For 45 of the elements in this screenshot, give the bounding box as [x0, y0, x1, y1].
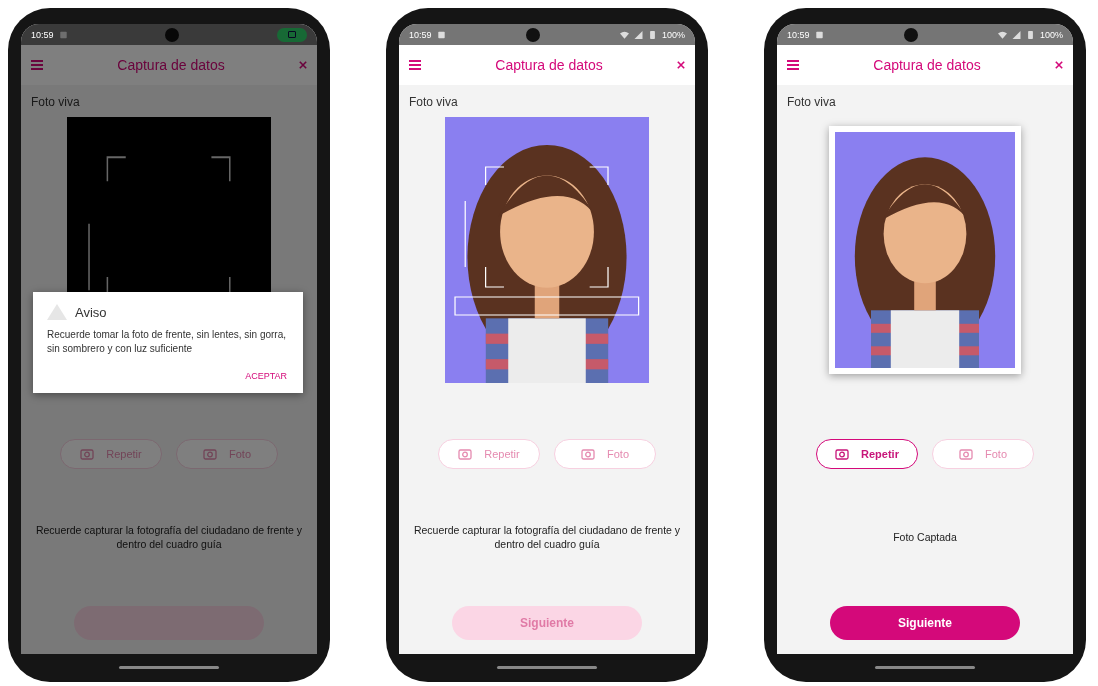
status-time: 10:59 — [31, 29, 54, 40]
menu-icon[interactable] — [787, 60, 799, 70]
notification-icon — [58, 30, 68, 39]
camera-icon — [903, 27, 918, 42]
status-time: 10:59 — [787, 29, 810, 40]
section-label: Foto viva — [786, 94, 837, 111]
camera-icon — [959, 448, 973, 460]
notification-icon — [814, 30, 824, 39]
dialog-title: Aviso — [75, 304, 107, 320]
recording-indicator — [277, 27, 307, 42]
screen-title: Captura de datos — [872, 57, 982, 73]
accept-button[interactable]: ACEPTAR — [243, 369, 289, 383]
battery-icon — [647, 30, 657, 39]
camera-icon — [80, 448, 95, 460]
camera-icon — [458, 448, 473, 460]
signal-icon — [1011, 30, 1021, 39]
camera-icon — [203, 448, 217, 460]
camera-icon — [165, 27, 180, 42]
close-icon[interactable] — [677, 61, 685, 69]
battery-level: 100% — [1039, 29, 1063, 40]
instruction-text: Recuerde capturar la fotografía del ciudadano de frente y dentro del cuadro guía — [412, 523, 682, 552]
status-time: 10:59 — [409, 29, 432, 40]
instruction-text: Foto Captada — [893, 530, 957, 545]
next-button[interactable]: Siguiente — [830, 606, 1020, 640]
menu-icon[interactable] — [409, 60, 421, 70]
camera-icon — [581, 448, 595, 460]
warning-icon — [47, 304, 67, 320]
menu-icon[interactable] — [31, 60, 43, 70]
notification-icon — [436, 30, 446, 39]
repeat-button[interactable]: Repetir — [816, 439, 918, 469]
camera-icon — [835, 448, 850, 460]
section-label: Foto viva — [30, 94, 81, 111]
dialog-message: Recuerde tomar la foto de frente, sin lentes, sin gorra, sin sombrero y con luz suficiente — [47, 328, 287, 355]
signal-icon — [633, 30, 643, 39]
camera-icon — [525, 27, 540, 42]
screen-title: Captura de datos — [494, 57, 604, 73]
wifi-icon — [619, 30, 629, 39]
section-label: Foto viva — [408, 94, 459, 111]
battery-icon — [1025, 30, 1035, 39]
instruction-text: Recuerde capturar la fotografía del ciudadano de frente y dentro del cuadro guía — [34, 523, 304, 552]
wifi-icon — [997, 30, 1007, 39]
close-icon[interactable] — [299, 61, 307, 69]
close-icon[interactable] — [1055, 61, 1063, 69]
screen-title: Captura de datos — [116, 57, 226, 73]
battery-level: 100% — [661, 29, 685, 40]
